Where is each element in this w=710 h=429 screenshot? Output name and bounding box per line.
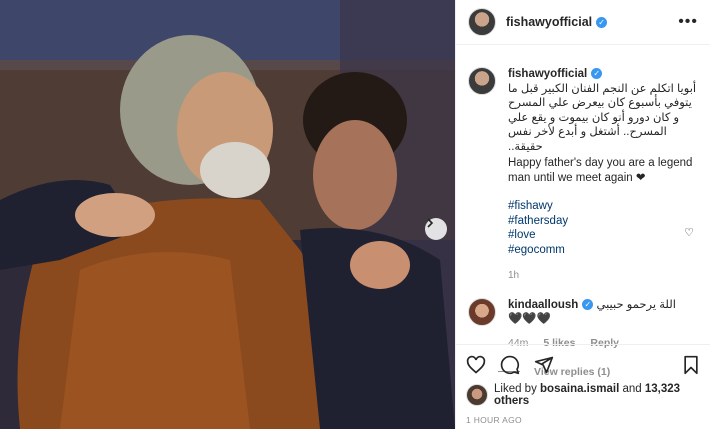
post-header: fishawyofficial ✓ •••	[456, 0, 710, 45]
caption-avatar[interactable]	[468, 67, 496, 95]
verified-icon: ✓	[591, 68, 603, 80]
instagram-post: fishawyofficial ✓ ••• fishawyofficial ✓ أ…	[0, 0, 710, 429]
header-username[interactable]: fishawyofficial	[506, 15, 592, 29]
likes-text: Liked by bosaina.ismail and 13,323 other…	[494, 383, 700, 407]
comment-heart-icon[interactable]: ♡	[684, 226, 694, 239]
likes-row: Liked by bosaina.ismail and 13,323 other…	[466, 383, 700, 407]
comment-item: kindaalloush ✓ اللة يرحمو حبيبي 🖤🖤🖤 44m 5…	[468, 297, 698, 350]
caption-username[interactable]: fishawyofficial	[508, 68, 587, 80]
bookmark-icon[interactable]	[682, 355, 700, 375]
comment-body: kindaalloush ✓ اللة يرحمو حبيبي 🖤🖤🖤 44m 5…	[508, 298, 693, 350]
hashtag-list: #fishawy #fathersday #love #egocomm	[508, 199, 698, 257]
share-icon[interactable]	[534, 355, 554, 375]
action-bar: Liked by bosaina.ismail and 13,323 other…	[456, 344, 710, 425]
liker-avatar[interactable]	[466, 384, 488, 406]
action-icons	[466, 351, 700, 379]
verified-icon: ✓	[596, 16, 608, 28]
chevron-right-icon	[427, 218, 434, 228]
hashtag-link[interactable]: #egocomm	[508, 243, 698, 258]
caption: fishawyofficial ✓ أبويا اتكلم عن النجم ال…	[468, 67, 698, 284]
verified-icon: ✓	[582, 298, 594, 310]
caption-body: fishawyofficial ✓ أبويا اتكلم عن النجم ال…	[508, 67, 698, 284]
hashtag-link[interactable]: #fishawy	[508, 199, 698, 214]
comments-area: fishawyofficial ✓ أبويا اتكلم عن النجم ال…	[456, 45, 710, 378]
caption-arabic-text: أبويا اتكلم عن النجم الفنان الكبير قبل م…	[508, 82, 697, 153]
comment-icon[interactable]	[500, 355, 520, 375]
caption-english-text: Happy father's day you are a legend man …	[508, 157, 693, 184]
hashtag-link[interactable]: #fathersday	[508, 214, 698, 229]
hashtag-link[interactable]: #love	[508, 228, 698, 243]
carousel-next-button[interactable]	[425, 218, 447, 240]
comment-avatar[interactable]	[468, 297, 496, 326]
more-icon[interactable]: •••	[678, 13, 698, 31]
avatar[interactable]	[468, 8, 496, 36]
post-timestamp[interactable]: 1 HOUR AGO	[466, 415, 700, 425]
caption-timestamp[interactable]: 1h	[508, 269, 698, 284]
heart-icon[interactable]	[466, 355, 486, 375]
photo-illustration	[0, 0, 455, 429]
liker-username[interactable]: bosaina.ismail	[540, 383, 619, 395]
likes-middle: and	[619, 383, 645, 395]
post-sidebar: fishawyofficial ✓ ••• fishawyofficial ✓ أ…	[455, 0, 710, 429]
post-photo[interactable]	[0, 0, 455, 429]
likes-prefix: Liked by	[494, 383, 541, 395]
comment-username[interactable]: kindaalloush	[508, 299, 578, 311]
